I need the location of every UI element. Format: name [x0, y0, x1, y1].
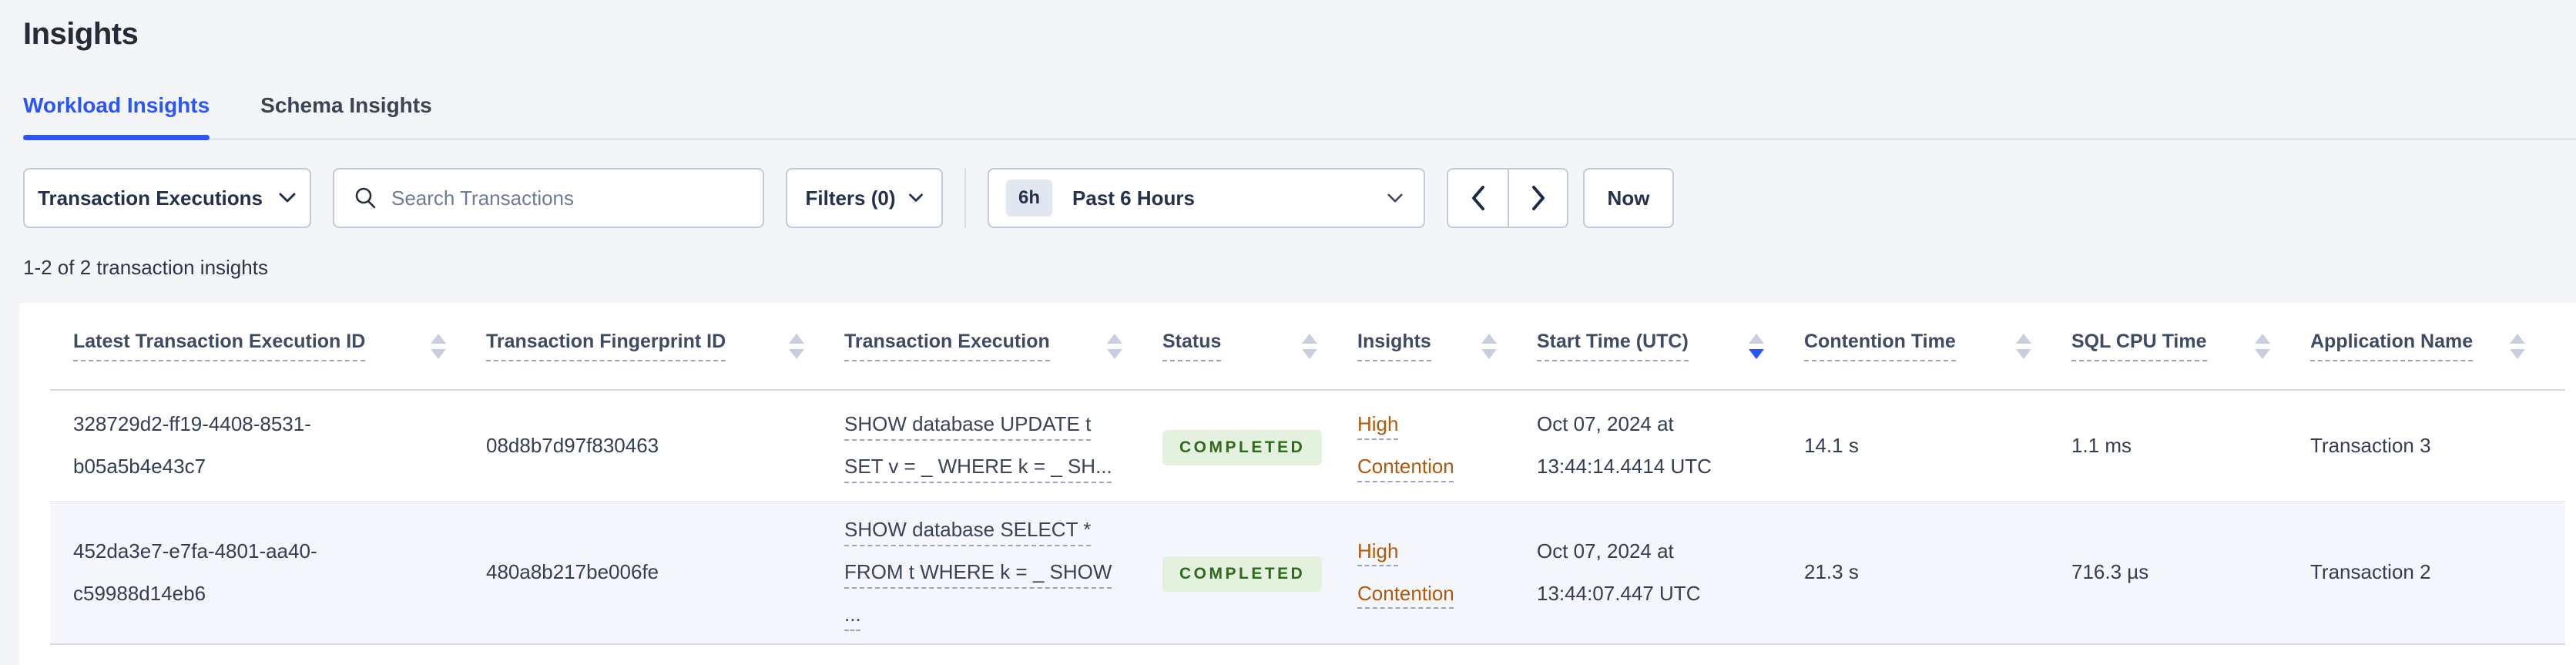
filter-toolbar: Transaction Executions Filters (0) 6h Pa… — [23, 168, 2576, 228]
chevron-down-icon — [1387, 193, 1404, 204]
previous-time-range-button[interactable] — [1448, 170, 1508, 227]
page-title: Insights — [23, 17, 139, 51]
filters-button[interactable]: Filters (0) — [786, 168, 943, 228]
column-header-sql-cpu-time[interactable]: SQL CPU Time — [2071, 303, 2310, 390]
column-header-transaction-execution[interactable]: Transaction Execution — [844, 303, 1162, 390]
table-row: 328729d2-ff19-4408-8531- b05a5b4e43c7 08… — [50, 390, 2565, 501]
insights-table-card: Latest Transaction Execution ID Transact… — [19, 303, 2576, 665]
sort-icon[interactable] — [431, 333, 446, 359]
search-icon — [353, 186, 377, 210]
tab-workload-insights[interactable]: Workload Insights — [23, 93, 210, 140]
table-header-row: Latest Transaction Execution ID Transact… — [50, 303, 2565, 390]
column-header-insights[interactable]: Insights — [1357, 303, 1537, 390]
column-header-application-name[interactable]: Application Name — [2310, 303, 2565, 390]
application-name: Transaction 3 — [2310, 433, 2431, 457]
tab-schema-insights[interactable]: Schema Insights — [260, 93, 432, 138]
sql-cpu-time: 1.1 ms — [2071, 433, 2132, 457]
insight-link-high-contention[interactable]: High Contention — [1357, 530, 1484, 615]
sort-icon[interactable] — [1481, 333, 1497, 359]
sort-icon[interactable] — [1302, 333, 1317, 359]
time-range-pager — [1447, 168, 1568, 228]
toolbar-divider — [964, 168, 966, 228]
transaction-fingerprint-id: 08d8b7d97f830463 — [486, 433, 659, 457]
sort-icon[interactable] — [1107, 333, 1122, 359]
contention-time: 14.1 s — [1804, 433, 1859, 457]
latest-transaction-execution-id: 452da3e7-e7fa-4801-aa40- c59988d14eb6 — [73, 539, 317, 605]
caret-left-icon — [1470, 185, 1487, 211]
start-time: Oct 07, 2024 at 13:44:14.4414 UTC — [1537, 412, 1712, 479]
filters-label: Filters (0) — [805, 186, 896, 210]
report-type-select[interactable]: Transaction Executions — [23, 168, 311, 228]
sql-cpu-time: 716.3 µs — [2071, 560, 2149, 584]
column-header-contention-time[interactable]: Contention Time — [1804, 303, 2071, 390]
transaction-fingerprint-id: 480a8b217be006fe — [486, 560, 659, 584]
sort-icon[interactable] — [2510, 333, 2525, 359]
contention-time: 21.3 s — [1804, 560, 1859, 584]
column-header-start-time[interactable]: Start Time (UTC) — [1537, 303, 1804, 390]
report-type-label: Transaction Executions — [38, 186, 263, 210]
start-time: Oct 07, 2024 at 13:44:07.447 UTC — [1537, 539, 1701, 605]
time-range-badge: 6h — [1006, 180, 1053, 217]
column-header-latest-transaction-execution-id[interactable]: Latest Transaction Execution ID — [50, 303, 486, 390]
search-box[interactable] — [333, 168, 764, 228]
application-name: Transaction 2 — [2310, 560, 2431, 584]
page-header: Insights Workload Insights Schema Insigh… — [0, 0, 2576, 280]
sort-icon[interactable] — [2255, 333, 2270, 359]
chevron-down-icon — [278, 192, 297, 204]
next-time-range-button[interactable] — [1508, 170, 1567, 227]
chevron-down-icon — [908, 193, 924, 203]
time-range-label: Past 6 Hours — [1072, 186, 1195, 210]
sort-icon[interactable] — [2016, 333, 2031, 359]
column-header-transaction-fingerprint-id[interactable]: Transaction Fingerprint ID — [486, 303, 844, 390]
transaction-execution-link[interactable]: SHOW database SELECT * FROM t WHERE k = … — [844, 509, 1112, 636]
table-row: 452da3e7-e7fa-4801-aa40- c59988d14eb6 48… — [50, 501, 2565, 644]
status-badge: COMPLETED — [1162, 429, 1323, 465]
sort-icon[interactable] — [789, 333, 804, 359]
sort-icon-active-desc[interactable] — [1749, 333, 1764, 359]
caret-right-icon — [1530, 185, 1547, 211]
latest-transaction-execution-id: 328729d2-ff19-4408-8531- b05a5b4e43c7 — [73, 412, 311, 479]
now-button[interactable]: Now — [1583, 168, 1674, 228]
time-range-select[interactable]: 6h Past 6 Hours — [988, 168, 1425, 228]
search-input[interactable] — [391, 186, 744, 210]
insight-link-high-contention[interactable]: High Contention — [1357, 403, 1484, 488]
transaction-execution-link[interactable]: SHOW database UPDATE t SET v = _ WHERE k… — [844, 403, 1112, 488]
transaction-insights-table: Latest Transaction Execution ID Transact… — [50, 303, 2565, 645]
tab-bar: Workload Insights Schema Insights — [23, 93, 2576, 140]
results-count: 1-2 of 2 transaction insights — [23, 256, 268, 279]
status-badge: COMPLETED — [1162, 556, 1323, 593]
column-header-status[interactable]: Status — [1162, 303, 1357, 390]
